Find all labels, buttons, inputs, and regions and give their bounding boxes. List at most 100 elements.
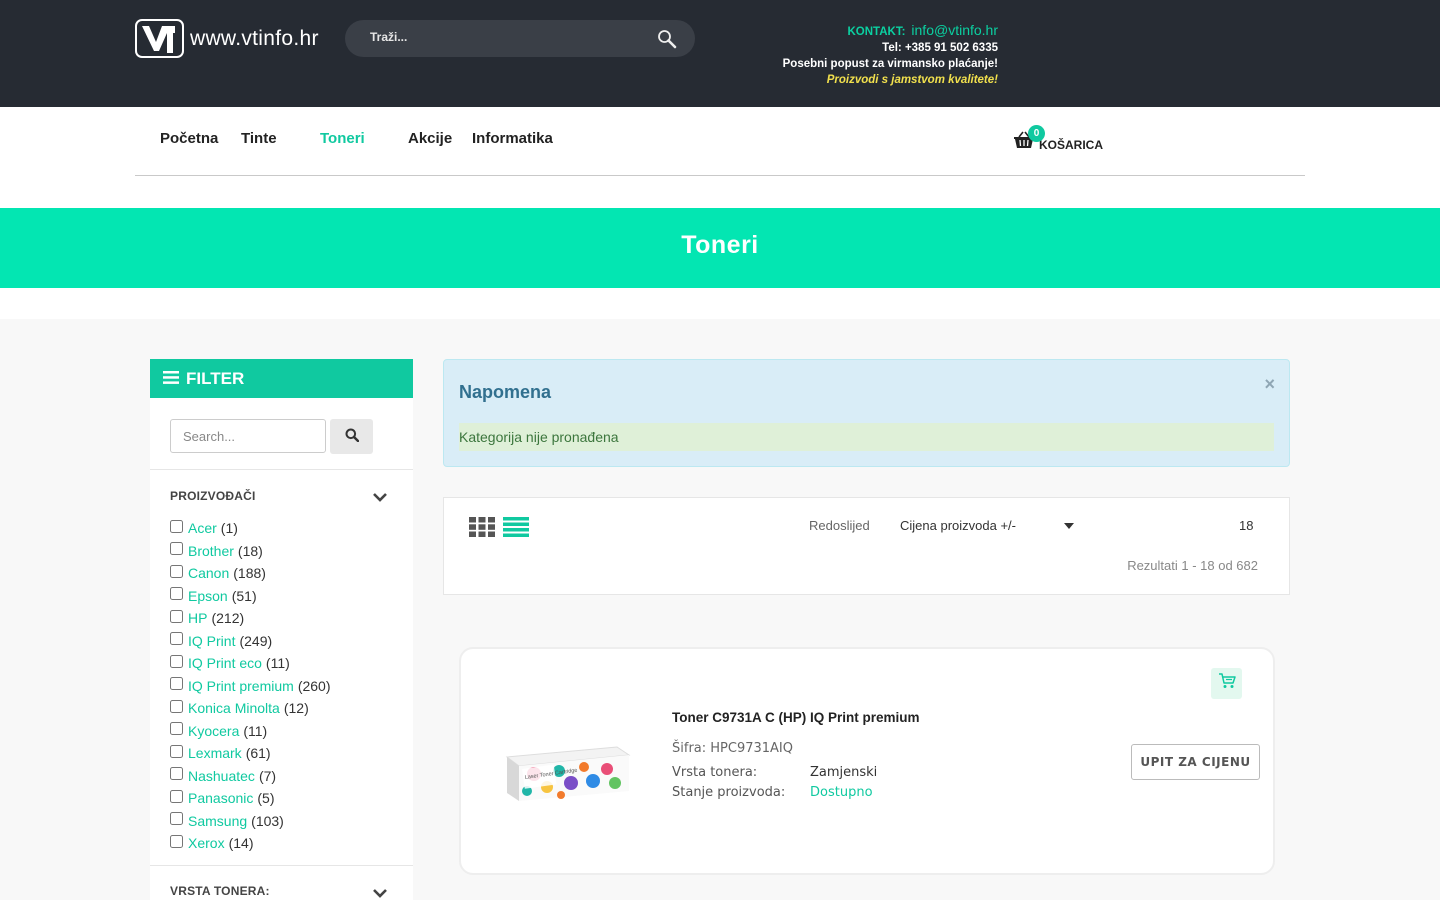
manufacturer-checkbox[interactable]	[170, 519, 183, 533]
header-search-input[interactable]	[370, 30, 630, 44]
search-icon	[345, 428, 359, 445]
category-banner: Toneri	[0, 208, 1440, 288]
notice-alert: Napomena × Kategorija nije pronađena	[443, 359, 1290, 467]
manufacturer-link[interactable]: IQ Print premium	[188, 678, 294, 694]
manufacturer-count: (14)	[228, 835, 254, 852]
main-nav: Početna Tinte Toneri Akcije Informatika …	[135, 107, 1305, 176]
cart-icon	[1218, 673, 1236, 694]
list-view-icon[interactable]	[503, 517, 529, 542]
manufacturer-count: (7)	[258, 767, 277, 784]
contact-phone: Tel: +385 91 502 6335	[882, 42, 998, 54]
manufacturer-checkbox[interactable]	[170, 542, 183, 556]
product-stock-value: Dostupno	[810, 785, 873, 800]
manufacturer-list: Acer (1) Brother (18) Canon (188) Epson (51)…	[170, 517, 331, 855]
manufacturer-checkbox[interactable]	[170, 789, 183, 803]
manufacturer-link[interactable]: Panasonic	[188, 790, 253, 806]
price-inquiry-button[interactable]: UPIT ZA CIJENU	[1131, 744, 1260, 780]
manufacturer-link[interactable]: Epson	[188, 588, 228, 604]
filter-header: FILTER	[150, 359, 413, 398]
manufacturer-link[interactable]: IQ Print eco	[188, 655, 262, 671]
manufacturer-checkbox[interactable]	[170, 812, 183, 826]
cart-link[interactable]: 0 KOŠARICA	[1013, 125, 1104, 154]
header-search	[345, 20, 695, 57]
manufacturer-link[interactable]: HP	[188, 610, 207, 626]
notice-title: Napomena	[459, 382, 552, 402]
page-title: Toneri	[681, 231, 759, 259]
list-item: IQ Print (249)	[170, 630, 331, 653]
nav-item-toneri[interactable]: Toneri	[320, 130, 365, 147]
chevron-down-icon[interactable]	[372, 886, 388, 900]
manufacturer-checkbox[interactable]	[170, 564, 183, 578]
nav-item-informatika[interactable]: Informatika	[472, 130, 553, 147]
product-title-link[interactable]: Toner C9731A C (HP) IQ Print premium	[672, 710, 920, 725]
list-item: Lexmark (61)	[170, 742, 331, 765]
filter-title: FILTER	[186, 368, 245, 388]
manufacturer-checkbox[interactable]	[170, 654, 183, 668]
manufacturer-count: (51)	[231, 587, 257, 604]
list-item: Kyocera (11)	[170, 720, 331, 743]
manufacturer-link[interactable]: IQ Print	[188, 633, 235, 649]
nav-item-akcije[interactable]: Akcije	[408, 130, 452, 147]
manufacturer-link[interactable]: Canon	[188, 565, 229, 581]
manufacturer-checkbox[interactable]	[170, 677, 183, 691]
discount-note: Posebni popust za virmansko plaćanje!	[782, 58, 998, 70]
caret-down-icon[interactable]	[1064, 516, 1074, 534]
search-icon[interactable]	[657, 29, 677, 54]
contact-info: KONTAKT: info@vtinfo.hr Tel: +385 91 502 …	[783, 22, 998, 88]
manufacturer-count: (188)	[233, 565, 266, 582]
close-icon[interactable]: ×	[1264, 374, 1275, 395]
nav-item-tinte[interactable]: Tinte	[241, 130, 277, 147]
contact-email-link[interactable]: info@vtinfo.hr	[911, 22, 998, 38]
list-item: Brother (18)	[170, 540, 331, 563]
list-item: IQ Print premium (260)	[170, 675, 331, 698]
product-type-label: Vrsta tonera:	[672, 765, 758, 780]
manufacturer-checkbox[interactable]	[170, 767, 183, 781]
manufacturer-checkbox[interactable]	[170, 722, 183, 736]
cart-count-badge: 0	[1028, 125, 1045, 142]
manufacturer-checkbox[interactable]	[170, 834, 183, 848]
manufacturer-count: (1)	[220, 520, 238, 537]
list-item: HP (212)	[170, 607, 331, 630]
manufacturer-count: (5)	[257, 790, 275, 807]
manufacturer-link[interactable]: Xerox	[188, 835, 225, 851]
divider	[150, 865, 413, 866]
product-image[interactable]: Laser Toner Cartridge	[489, 709, 649, 819]
manufacturer-link[interactable]: Samsung	[188, 813, 247, 829]
manufacturer-count: (260)	[297, 677, 331, 694]
manufacturer-link[interactable]: Brother	[188, 543, 234, 559]
nav-item-pocetna[interactable]: Početna	[160, 130, 218, 147]
add-to-cart-button[interactable]	[1211, 668, 1242, 699]
manufacturer-checkbox[interactable]	[170, 699, 183, 713]
sort-label: Redoslijed	[809, 518, 870, 533]
results-count: Rezultati 1 - 18 od 682	[1127, 558, 1258, 573]
list-item: Panasonic (5)	[170, 787, 331, 810]
list-item: Canon (188)	[170, 562, 331, 585]
manufacturer-link[interactable]: Kyocera	[188, 723, 239, 739]
manufacturer-count: (61)	[245, 745, 271, 762]
manufacturer-link[interactable]: Nashuatec	[188, 768, 255, 784]
manufacturer-checkbox[interactable]	[170, 632, 183, 646]
per-page-select[interactable]: 18	[1239, 518, 1253, 533]
manufacturer-link[interactable]: Acer	[188, 520, 217, 536]
manufacturer-count: (249)	[239, 632, 273, 649]
manufacturer-checkbox[interactable]	[170, 744, 183, 758]
product-code: Šifra: HPC9731AIQ	[672, 741, 793, 756]
manufacturer-count: (18)	[237, 542, 263, 559]
list-item: IQ Print eco (11)	[170, 652, 331, 675]
manufacturer-checkbox[interactable]	[170, 609, 183, 623]
manufacturer-count: (12)	[283, 700, 309, 717]
product-type-row: Vrsta tonera: Zamjenski	[672, 765, 877, 780]
cart-label: KOŠARICA	[1039, 138, 1104, 152]
sort-select[interactable]: Cijena proizvoda +/-	[900, 518, 1016, 533]
site-logo[interactable]: www.vtinfo.hr	[135, 19, 319, 58]
notice-message: Kategorija nije pronađena	[459, 423, 1274, 451]
product-stock-row: Stanje proizvoda: Dostupno	[672, 785, 873, 800]
chevron-down-icon[interactable]	[372, 490, 388, 508]
grid-view-icon[interactable]	[469, 517, 495, 542]
manufacturer-count: (11)	[243, 722, 268, 739]
manufacturer-checkbox[interactable]	[170, 587, 183, 601]
filter-search-input[interactable]	[170, 419, 326, 453]
filter-search-button[interactable]	[330, 419, 373, 454]
manufacturer-link[interactable]: Lexmark	[188, 745, 242, 761]
manufacturer-link[interactable]: Konica Minolta	[188, 700, 280, 716]
